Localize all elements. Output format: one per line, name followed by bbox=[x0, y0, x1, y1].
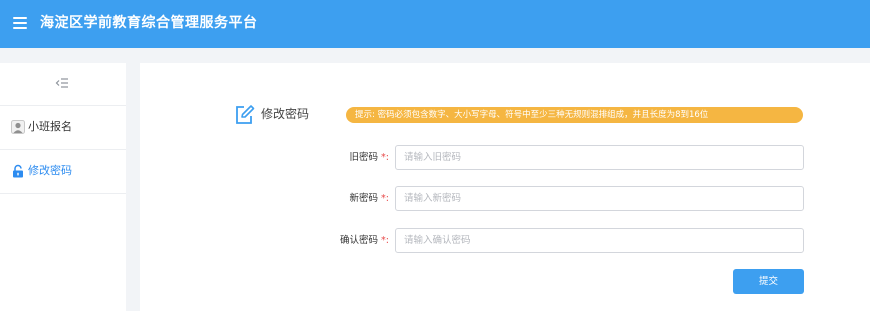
required-mark: *: bbox=[381, 235, 389, 246]
required-mark: *: bbox=[381, 152, 389, 163]
main-panel: 修改密码 提示: 密码必须包含数字、大小写字母、符号中至少三种无规则混排组成，并… bbox=[140, 63, 870, 311]
sidebar-item-label: 修改密码 bbox=[28, 164, 72, 177]
sidebar-collapse-button[interactable] bbox=[0, 63, 126, 106]
confirm-password-label: 确认密码 *: bbox=[340, 235, 389, 246]
collapse-menu-icon bbox=[55, 78, 68, 88]
password-rule-tip: 提示: 密码必须包含数字、大小写字母、符号中至少三种无规则混排组成，并且长度为8… bbox=[346, 107, 803, 123]
old-password-label: 旧密码 *: bbox=[349, 152, 390, 163]
top-header: 海淀区学前教育综合管理服务平台 bbox=[0, 0, 870, 48]
sidebar-item-label: 小班报名 bbox=[28, 120, 72, 133]
new-password-label: 新密码 *: bbox=[349, 193, 390, 204]
sidebar-item-class-enrollment[interactable]: 小班报名 bbox=[0, 106, 126, 150]
app-title: 海淀区学前教育综合管理服务平台 bbox=[40, 15, 258, 31]
required-mark: *: bbox=[381, 193, 389, 204]
hamburger-menu-icon[interactable] bbox=[13, 16, 27, 30]
lock-icon bbox=[13, 164, 23, 178]
sidebar: 小班报名 修改密码 bbox=[0, 63, 126, 311]
confirm-password-input[interactable] bbox=[395, 228, 804, 253]
old-password-input[interactable] bbox=[395, 145, 804, 170]
section-title: 修改密码 bbox=[261, 107, 310, 121]
submit-button[interactable]: 提交 bbox=[733, 269, 804, 294]
edit-icon bbox=[236, 105, 255, 124]
user-icon bbox=[11, 120, 25, 134]
sidebar-item-change-password[interactable]: 修改密码 bbox=[0, 150, 126, 194]
new-password-input[interactable] bbox=[395, 186, 804, 211]
